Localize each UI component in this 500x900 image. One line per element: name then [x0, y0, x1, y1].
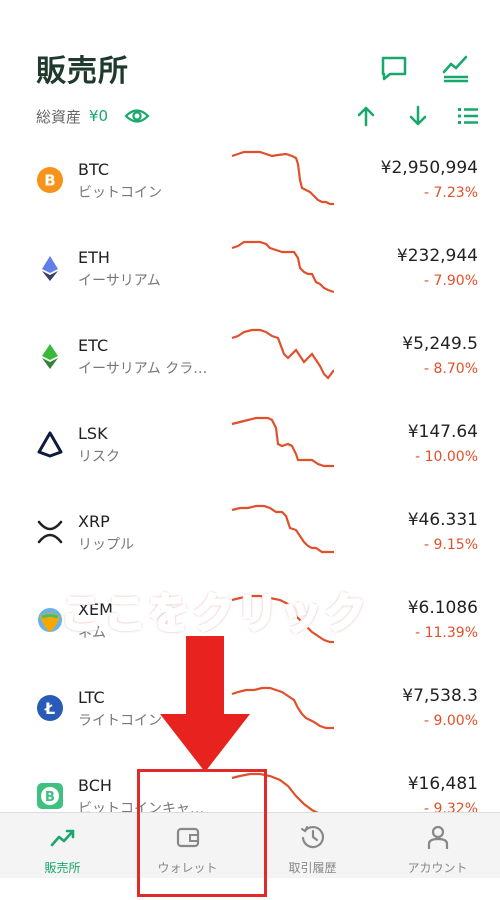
coin-change: - 10.00%	[415, 449, 478, 465]
ethereum-icon	[42, 256, 58, 281]
trend-up-icon	[50, 829, 74, 847]
sparkline	[231, 328, 334, 380]
lisk-icon	[37, 431, 63, 458]
annotation-text: ここをクリック	[58, 588, 369, 640]
coin-row-btc[interactable]: B BTC ビットコイン ¥2,950,994 - 7.23%	[0, 140, 500, 228]
sparkline	[231, 416, 334, 468]
coin-price: ¥5,249.5	[402, 334, 478, 354]
sparkline	[231, 150, 334, 206]
coin-price: ¥147.64	[407, 422, 478, 442]
coin-row-etc[interactable]: ETC イーサリアム クラ… ¥5,249.5 - 8.70%	[0, 316, 500, 404]
coin-symbol: BTC	[78, 160, 109, 179]
coin-row-eth[interactable]: ETH イーサリアム ¥232,944 - 7.90%	[0, 228, 500, 316]
chat-bubble-icon[interactable]	[378, 52, 410, 84]
coin-name: リスク	[78, 449, 120, 465]
coin-name: リップル	[78, 537, 134, 553]
coin-name: ビットコイン	[78, 185, 162, 201]
coin-row-lsk[interactable]: LSK リスク ¥147.64 - 10.00%	[0, 404, 500, 492]
coin-row-ltc[interactable]: Ł LTC ライトコイン ¥7,538.3 - 9.00%	[0, 668, 500, 756]
list-icon[interactable]	[456, 104, 480, 128]
line-chart-icon[interactable]	[440, 52, 472, 84]
coin-price: ¥16,481	[407, 774, 478, 794]
sparkline	[231, 240, 334, 294]
tab-history[interactable]: 取引履歴	[250, 813, 375, 879]
coin-row-xrp[interactable]: XRP リップル ¥46.331 - 9.15%	[0, 492, 500, 580]
coin-name: ライトコイン	[78, 713, 162, 729]
xrp-icon	[37, 520, 63, 544]
svg-text:B: B	[44, 172, 55, 190]
sparkline	[231, 504, 334, 554]
coin-symbol: LTC	[78, 688, 105, 707]
bitcoin-cash-icon: B	[37, 783, 63, 809]
arrow-down-icon[interactable]	[406, 104, 430, 128]
annotation-arrow-icon	[160, 636, 250, 772]
coin-price: ¥232,944	[396, 246, 478, 266]
coin-change: - 7.23%	[424, 185, 478, 201]
coin-price: ¥46.331	[407, 510, 478, 530]
history-icon	[300, 825, 324, 849]
coin-price: ¥6.1086	[407, 598, 478, 618]
tab-label: アカウント	[407, 861, 468, 875]
tab-label: 販売所	[44, 861, 81, 875]
coin-change: - 9.15%	[424, 537, 478, 553]
tab-sales[interactable]: 販売所	[0, 813, 125, 879]
header: 販売所 総資産 ¥0	[0, 0, 500, 140]
total-assets: 総資産 ¥0	[36, 104, 150, 128]
tab-label: 取引履歴	[288, 861, 337, 875]
assets-label: 総資産	[36, 107, 82, 126]
coin-change: - 8.70%	[424, 361, 478, 377]
svg-text:B: B	[45, 790, 55, 805]
coin-price: ¥2,950,994	[380, 158, 478, 178]
coin-price: ¥7,538.3	[402, 686, 478, 706]
coin-name: イーサリアム クラ…	[78, 361, 208, 377]
coin-change: - 11.39%	[415, 625, 478, 641]
coin-change: - 7.90%	[424, 273, 478, 289]
coin-change: - 9.00%	[424, 713, 478, 729]
eye-icon[interactable]	[124, 106, 150, 126]
coin-symbol: BCH	[78, 776, 112, 795]
coin-symbol: LSK	[78, 424, 108, 443]
bitcoin-icon: B	[37, 167, 63, 193]
coin-symbol: XRP	[78, 512, 110, 531]
page-title: 販売所	[36, 54, 129, 89]
ethereum-classic-icon	[42, 344, 58, 369]
coin-symbol: ETH	[78, 248, 110, 267]
assets-value: ¥0	[89, 107, 109, 125]
tab-account[interactable]: アカウント	[375, 813, 500, 879]
arrow-up-icon[interactable]	[354, 104, 378, 128]
coin-symbol: ETC	[78, 336, 109, 355]
coin-name: イーサリアム	[78, 273, 161, 289]
litecoin-icon: Ł	[37, 695, 63, 721]
annotation-highlight-box	[137, 769, 267, 897]
person-icon	[427, 825, 448, 849]
svg-text:Ł: Ł	[44, 699, 55, 718]
